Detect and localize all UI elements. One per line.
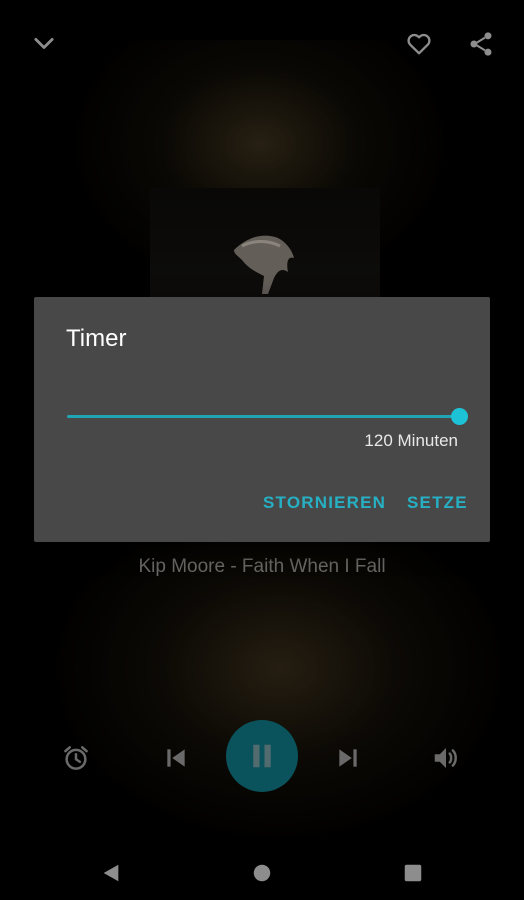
cancel-button[interactable]: STORNIEREN <box>263 493 386 513</box>
set-button[interactable]: SETZE <box>407 493 468 513</box>
slider-value-label: 120 Minuten <box>364 431 458 450</box>
timer-slider[interactable] <box>67 405 468 429</box>
slider-thumb[interactable] <box>451 408 468 425</box>
dialog-title: Timer <box>66 325 127 352</box>
timer-dialog: Timer 120 Minuten STORNIEREN SETZE <box>34 297 490 542</box>
slider-track <box>67 415 459 418</box>
